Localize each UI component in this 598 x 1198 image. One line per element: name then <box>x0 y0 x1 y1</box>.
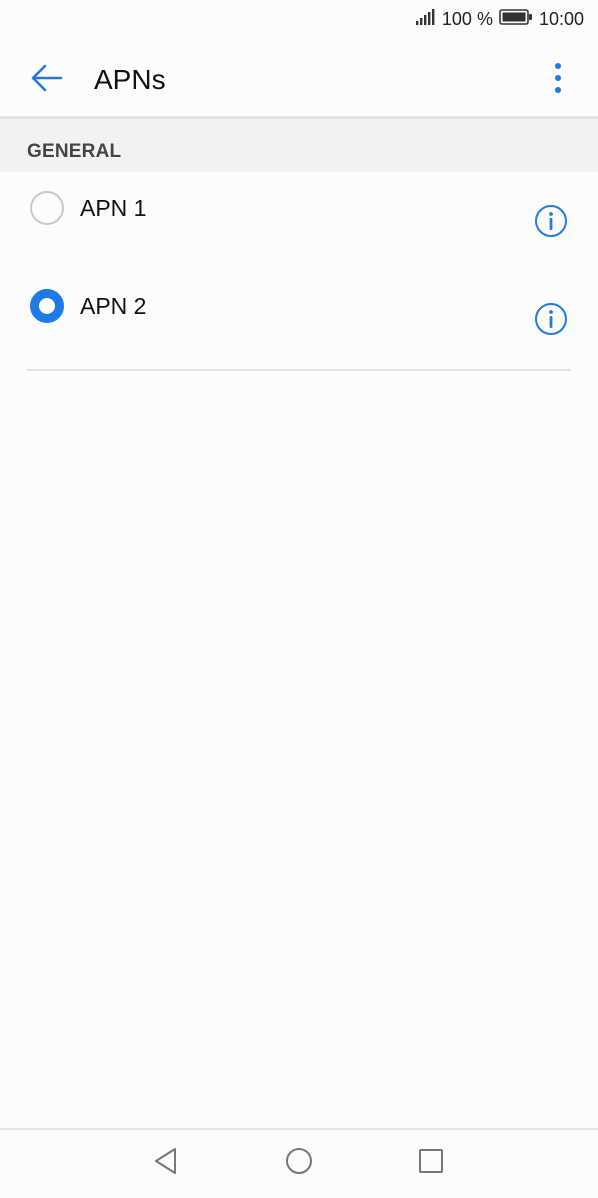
battery-full-icon <box>499 9 533 30</box>
navigation-bar <box>0 1128 598 1198</box>
battery-percent: 100 % <box>441 9 493 29</box>
status-bar: 100 % 10:00 <box>0 0 598 40</box>
nav-recent-square-icon <box>417 1147 445 1180</box>
page-title: APNs <box>94 64 166 95</box>
arrow-back-icon <box>29 63 63 98</box>
apn-radio-checked[interactable] <box>30 289 64 323</box>
nav-back-button[interactable] <box>149 1146 183 1180</box>
section-header-label: GENERAL <box>27 141 122 162</box>
apn-row-2[interactable]: APN 2 <box>0 270 598 368</box>
info-icon[interactable] <box>534 204 568 238</box>
more-options-button[interactable] <box>540 60 576 100</box>
info-icon[interactable] <box>534 302 568 336</box>
section-header: GENERAL <box>0 119 598 172</box>
apn-label: APN 1 <box>80 195 147 221</box>
apn-label: APN 2 <box>80 293 147 319</box>
more-vert-icon <box>554 62 562 99</box>
back-button[interactable] <box>26 60 66 100</box>
nav-home-circle-icon <box>284 1146 314 1181</box>
app-bar: APNs <box>0 40 598 119</box>
nav-back-triangle-icon <box>153 1147 179 1180</box>
nav-home-button[interactable] <box>282 1146 316 1180</box>
apn-row-1[interactable]: APN 1 <box>0 172 598 270</box>
status-indicators: 100 % 10:00 <box>415 9 584 30</box>
nav-recent-button[interactable] <box>414 1146 448 1180</box>
signal-bars-icon <box>415 9 436 30</box>
clock: 10:00 <box>538 9 584 29</box>
apn-radio-unchecked[interactable] <box>30 191 64 225</box>
list-divider <box>27 369 571 371</box>
